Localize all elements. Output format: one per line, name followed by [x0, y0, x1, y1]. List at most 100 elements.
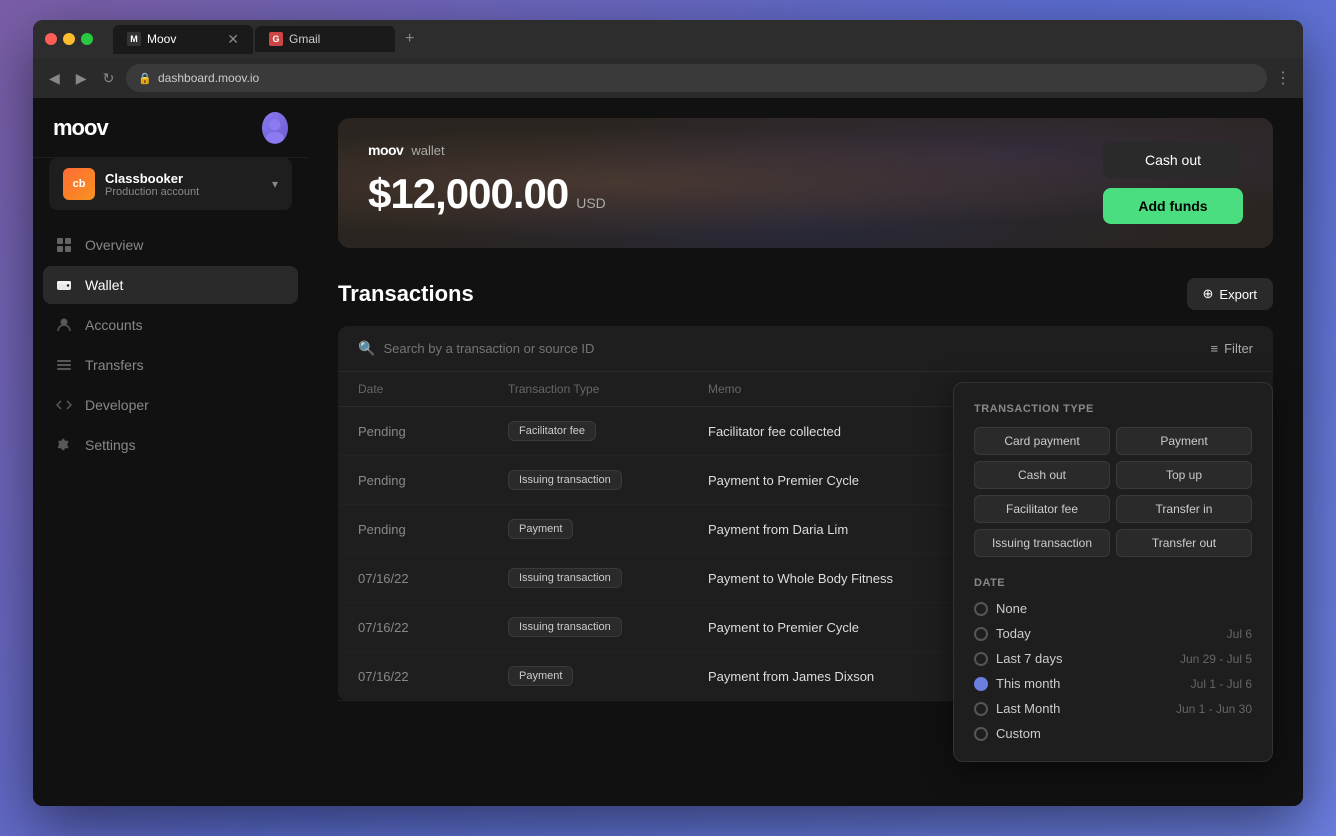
- account-avatar: cb: [63, 168, 95, 200]
- column-type: Transaction type: [508, 382, 708, 396]
- filter-tag-transfer-in[interactable]: Transfer in: [1116, 495, 1252, 523]
- maximize-traffic-light[interactable]: [81, 33, 93, 45]
- radio-last7[interactable]: [974, 652, 988, 666]
- add-funds-button[interactable]: Add funds: [1103, 188, 1243, 224]
- sidebar-item-developer-label: Developer: [85, 397, 149, 413]
- tab-gmail[interactable]: G Gmail: [255, 26, 395, 52]
- logo-area: moov: [33, 115, 262, 141]
- cash-out-button[interactable]: Cash out: [1103, 142, 1243, 178]
- account-type: Production account: [105, 186, 262, 198]
- date-option-custom-left: Custom: [974, 726, 1041, 741]
- tab-moov-close[interactable]: ✕: [227, 31, 239, 48]
- sidebar-item-developer[interactable]: Developer: [43, 386, 298, 424]
- radio-this-month[interactable]: [974, 677, 988, 691]
- radio-last-month[interactable]: [974, 702, 988, 716]
- filter-tag-transfer-out[interactable]: Transfer out: [1116, 529, 1252, 557]
- row-type-2: Payment: [508, 519, 708, 539]
- date-option-this-month[interactable]: This month Jul 1 - Jul 6: [974, 676, 1252, 691]
- export-label: Export: [1219, 287, 1257, 302]
- sidebar-item-accounts[interactable]: Accounts: [43, 306, 298, 344]
- date-option-none[interactable]: None: [974, 601, 1252, 616]
- new-tab-button[interactable]: +: [397, 24, 422, 54]
- row-type-5: Payment: [508, 666, 708, 686]
- app-header: moov: [33, 98, 308, 158]
- browser-more-button[interactable]: ⋮: [1275, 68, 1291, 88]
- close-traffic-light[interactable]: [45, 33, 57, 45]
- forward-button[interactable]: ▶: [72, 66, 91, 91]
- address-bar[interactable]: 🔒 dashboard.moov.io: [126, 64, 1267, 92]
- user-avatar[interactable]: [262, 112, 288, 144]
- date-label-last-month: Last Month: [996, 701, 1060, 716]
- sidebar-item-settings[interactable]: Settings: [43, 426, 298, 464]
- date-range-last-month: Jun 1 - Jun 30: [1176, 702, 1252, 716]
- wallet-balance: $12,000.00 USD: [368, 170, 606, 218]
- date-option-last7-left: Last 7 days: [974, 651, 1063, 666]
- date-option-last7[interactable]: Last 7 days Jun 29 - Jul 5: [974, 651, 1252, 666]
- sidebar-item-wallet-label: Wallet: [85, 277, 123, 293]
- export-icon: ⊕: [1203, 286, 1214, 302]
- date-option-last-month[interactable]: Last Month Jun 1 - Jun 30: [974, 701, 1252, 716]
- date-label-none: None: [996, 601, 1027, 616]
- gmail-favicon: G: [269, 32, 283, 46]
- refresh-button[interactable]: ↻: [99, 66, 119, 91]
- wallet-moov-logo: moov: [368, 142, 403, 158]
- account-info: Classbooker Production account: [105, 171, 262, 198]
- filter-tag-card-payment[interactable]: Card payment: [974, 427, 1110, 455]
- date-option-custom[interactable]: Custom: [974, 726, 1252, 741]
- radio-today[interactable]: [974, 627, 988, 641]
- sidebar: moov cb Classbooker Production account: [33, 98, 308, 806]
- sidebar-item-overview-label: Overview: [85, 237, 143, 253]
- code-icon: [55, 396, 73, 414]
- date-range-last7: Jun 29 - Jul 5: [1180, 652, 1252, 666]
- wallet-card-left: moov wallet $12,000.00 USD: [368, 142, 606, 218]
- date-range-today: Jul 6: [1227, 627, 1252, 641]
- date-option-none-left: None: [974, 601, 1027, 616]
- radio-custom[interactable]: [974, 727, 988, 741]
- wallet-tag: wallet: [411, 143, 444, 158]
- lock-icon: 🔒: [138, 72, 152, 85]
- sidebar-item-transfers[interactable]: Transfers: [43, 346, 298, 384]
- date-option-today-left: Today: [974, 626, 1031, 641]
- gear-icon: [55, 436, 73, 454]
- account-selector[interactable]: cb Classbooker Production account ▾: [49, 158, 292, 210]
- filter-tag-top-up[interactable]: Top up: [1116, 461, 1252, 489]
- radio-none[interactable]: [974, 602, 988, 616]
- sidebar-item-accounts-label: Accounts: [85, 317, 143, 333]
- main-content: moov wallet $12,000.00 USD Cash out Add …: [308, 98, 1303, 806]
- filter-tag-payment[interactable]: Payment: [1116, 427, 1252, 455]
- export-button[interactable]: ⊕ Export: [1187, 278, 1273, 310]
- filter-tag-cash-out[interactable]: Cash out: [974, 461, 1110, 489]
- transactions-header: Transactions ⊕ Export: [338, 278, 1273, 310]
- row-type-1: Issuing transaction: [508, 470, 708, 490]
- browser-window: M Moov ✕ G Gmail + ◀ ▶ ↻ 🔒 dashboard.moo…: [33, 20, 1303, 806]
- url-text: dashboard.moov.io: [158, 71, 259, 85]
- row-date-0: Pending: [358, 424, 508, 439]
- date-label-this-month: This month: [996, 676, 1060, 691]
- wallet-icon: [55, 276, 73, 294]
- minimize-traffic-light[interactable]: [63, 33, 75, 45]
- sidebar-item-overview[interactable]: Overview: [43, 226, 298, 264]
- row-type-4: Issuing transaction: [508, 617, 708, 637]
- balance-currency: USD: [576, 195, 606, 211]
- back-button[interactable]: ◀: [45, 66, 64, 91]
- avatar-image: [262, 112, 288, 144]
- search-input[interactable]: [383, 341, 683, 356]
- user-icon: [55, 316, 73, 334]
- row-type-0: Facilitator fee: [508, 421, 708, 441]
- grid-icon: [55, 236, 73, 254]
- sidebar-item-settings-label: Settings: [85, 437, 136, 453]
- row-date-5: 07/16/22: [358, 669, 508, 684]
- tab-moov-label: Moov: [147, 32, 176, 46]
- row-date-2: Pending: [358, 522, 508, 537]
- sidebar-item-wallet[interactable]: Wallet: [43, 266, 298, 304]
- filter-tag-issuing-transaction[interactable]: Issuing transaction: [974, 529, 1110, 557]
- date-options: None Today Jul 6: [974, 601, 1252, 741]
- sidebar-item-transfers-label: Transfers: [85, 357, 144, 373]
- filter-tag-facilitator-fee[interactable]: Facilitator fee: [974, 495, 1110, 523]
- filter-button[interactable]: ≡ Filter: [1211, 341, 1253, 356]
- tab-moov[interactable]: M Moov ✕: [113, 25, 253, 54]
- date-option-today[interactable]: Today Jul 6: [974, 626, 1252, 641]
- search-icon: 🔍: [358, 340, 375, 357]
- filter-date-title: Date: [974, 577, 1252, 589]
- filter-dropdown: Transaction type Card payment Payment Ca…: [953, 382, 1273, 762]
